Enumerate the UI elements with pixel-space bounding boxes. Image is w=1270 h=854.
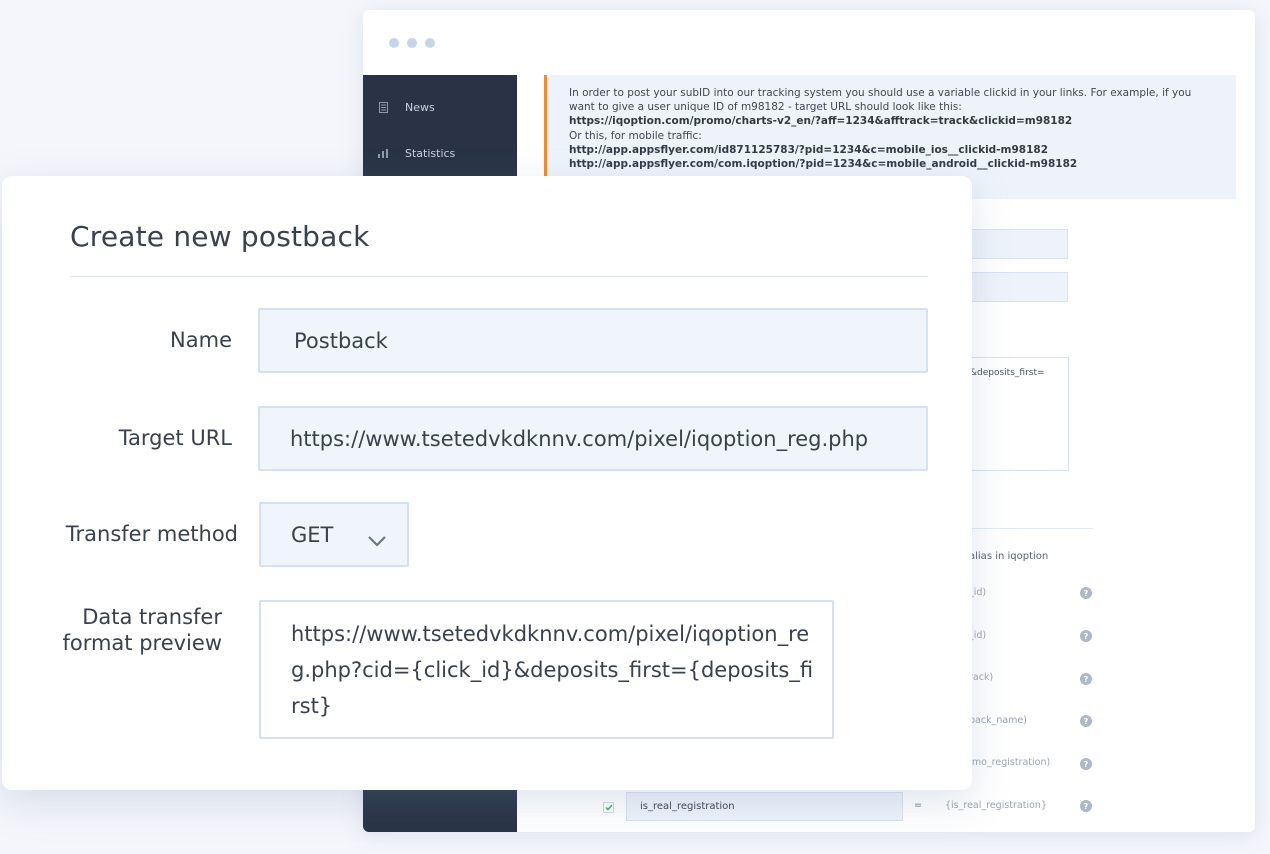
sidebar-item-label: News <box>405 100 435 114</box>
preview-label: Data transfer format preview <box>52 604 222 656</box>
info-or-text: Or this, for mobile traffic: <box>569 129 702 142</box>
background-input[interactable] <box>963 229 1068 259</box>
alias-column-header: alias in iqoption <box>969 551 1049 562</box>
help-icon[interactable]: ? <box>1080 758 1092 770</box>
help-icon[interactable]: ? <box>1080 587 1092 599</box>
info-example-link: http://app.appsflyer.com/id871125783/?pi… <box>569 143 1049 156</box>
info-text: In order to post your subID into our tra… <box>569 87 1192 114</box>
sidebar-item-news[interactable]: News <box>377 97 435 117</box>
transfer-method-value: GET <box>291 522 334 547</box>
window-dot-icon[interactable] <box>389 38 399 48</box>
window-dot-icon[interactable] <box>407 38 417 48</box>
document-icon <box>377 101 389 113</box>
name-value: Postback <box>294 328 388 353</box>
info-example-link: https://iqoption.com/promo/charts-v2_en/… <box>569 115 1073 128</box>
target-url-input[interactable]: https://www.tsetedvkdknnv.com/pixel/iqop… <box>258 406 928 471</box>
preview-label-line: Data transfer <box>82 605 222 629</box>
param-name: is_real_registration <box>640 801 735 812</box>
bar-chart-icon <box>377 147 389 159</box>
textarea-fragment: &deposits_first= <box>970 368 1045 378</box>
sidebar-item-label: Statistics <box>405 146 456 160</box>
chevron-down-icon[interactable] <box>367 528 387 552</box>
preview-label-line: format preview <box>62 631 222 655</box>
help-icon[interactable]: ? <box>1080 673 1092 685</box>
param-name-input[interactable]: is_real_registration <box>626 792 903 821</box>
param-alias: {is_real_registration} <box>945 800 1047 811</box>
format-preview-value: https://www.tsetedvkdknnv.com/pixel/iqop… <box>291 622 814 718</box>
transfer-method-label: Transfer method <box>65 522 238 546</box>
modal-title: Create new postback <box>70 220 370 253</box>
help-icon[interactable]: ? <box>1080 715 1092 727</box>
help-icon[interactable]: ? <box>1080 630 1092 642</box>
param-alias: back_name) <box>969 715 1027 726</box>
background-input[interactable] <box>963 272 1068 302</box>
window-dot-icon[interactable] <box>425 38 435 48</box>
target-url-label: Target URL <box>118 426 232 450</box>
divider <box>70 276 928 277</box>
param-alias: emo_registration) <box>966 757 1051 768</box>
transfer-method-select[interactable]: GET <box>259 502 409 567</box>
equals-sign: = <box>914 800 922 811</box>
info-example-link: http://app.appsflyer.com/com.iqoption/?p… <box>569 158 1078 171</box>
format-preview-textarea[interactable]: https://www.tsetedvkdknnv.com/pixel/iqop… <box>259 600 834 739</box>
divider <box>963 528 1093 529</box>
name-input[interactable]: Postback <box>258 308 928 373</box>
window-controls <box>389 38 435 48</box>
param-alias: rack) <box>969 672 994 683</box>
help-icon[interactable]: ? <box>1080 800 1092 812</box>
param-checkbox[interactable] <box>603 802 614 813</box>
sidebar-item-statistics[interactable]: Statistics <box>377 143 455 163</box>
background-textarea[interactable]: &deposits_first= <box>963 357 1069 471</box>
target-url-value: https://www.tsetedvkdknnv.com/pixel/iqop… <box>290 426 869 451</box>
create-postback-modal: Create new postback Name Postback Target… <box>2 176 972 790</box>
name-label: Name <box>170 328 232 352</box>
